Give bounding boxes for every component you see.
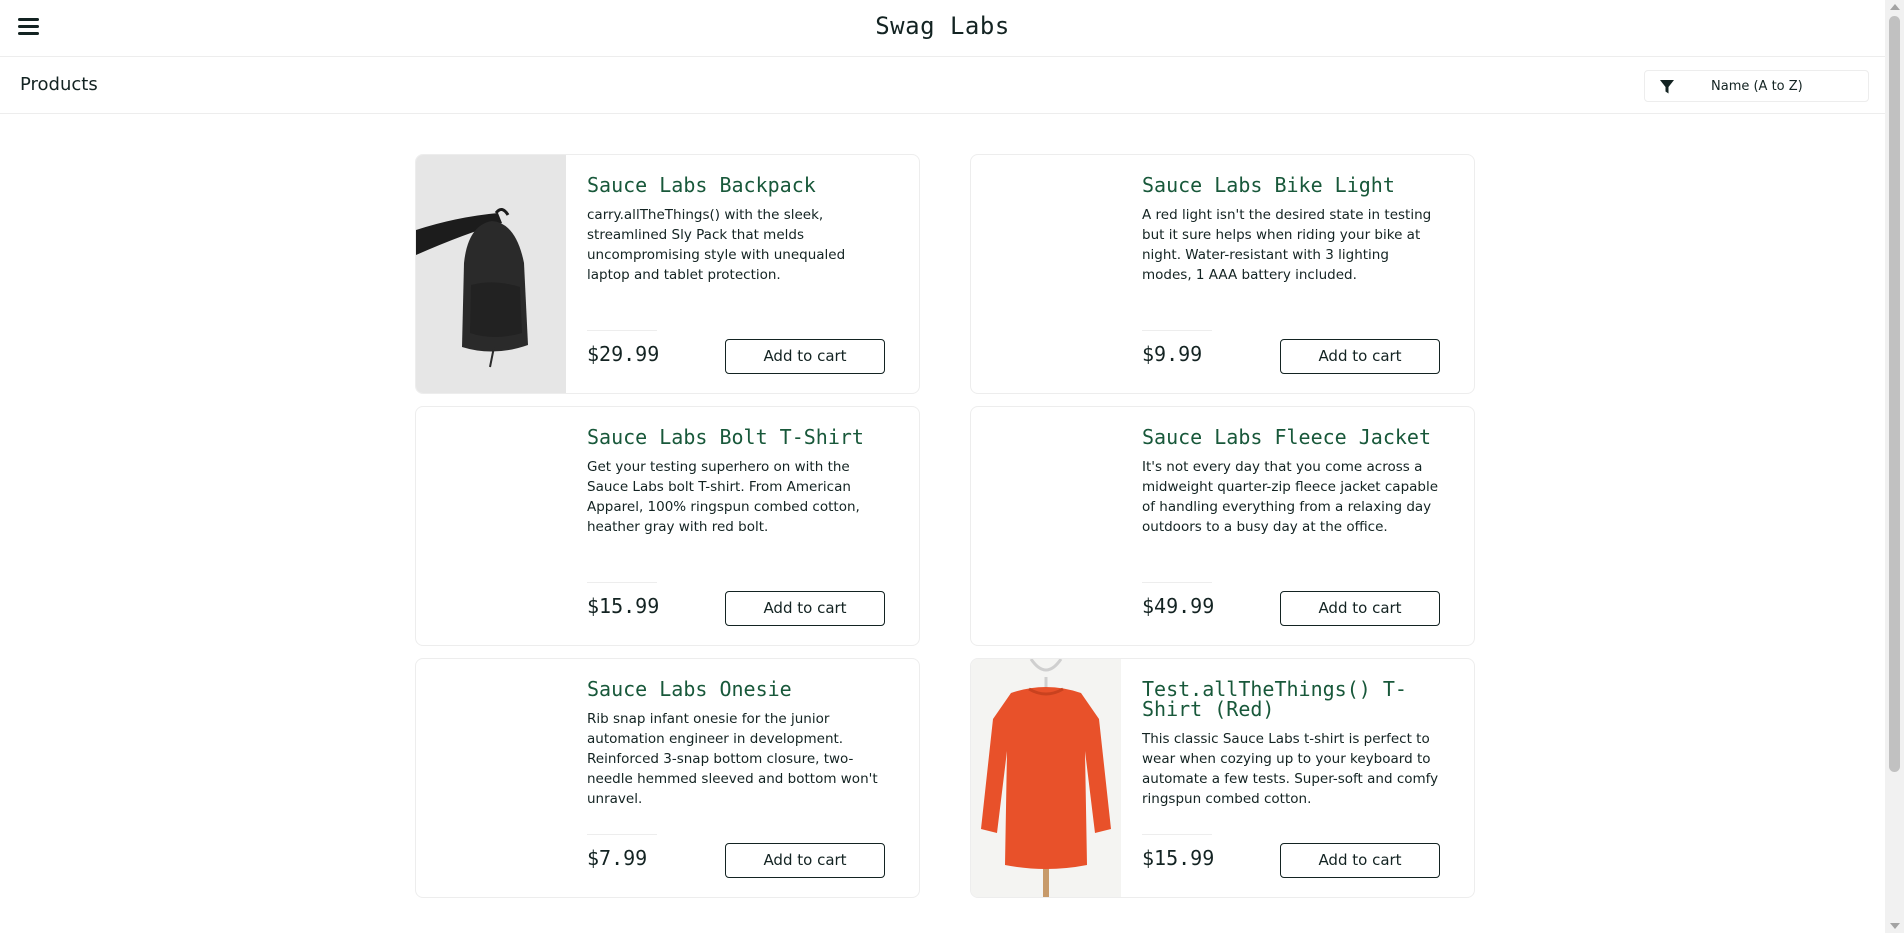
inventory-item: Sauce Labs Bike Light A red light isn't … bbox=[970, 154, 1475, 394]
item-description: A red light isn't the desired state in t… bbox=[1142, 207, 1432, 283]
item-description: Rib snap infant onesie for the junior au… bbox=[587, 711, 878, 807]
item-name-link[interactable]: Sauce Labs Onesie bbox=[587, 679, 885, 699]
item-name-link[interactable]: Sauce Labs Bolt T-Shirt bbox=[587, 427, 885, 447]
sort-selected-label: Name (A to Z) bbox=[1711, 79, 1803, 94]
vertical-scrollbar[interactable] bbox=[1885, 0, 1904, 933]
item-description: It's not every day that you come across … bbox=[1142, 459, 1439, 535]
app-header: Swag Labs bbox=[0, 0, 1885, 57]
scroll-up-arrow-icon[interactable] bbox=[1890, 4, 1900, 10]
divider bbox=[587, 834, 657, 835]
item-body: Sauce Labs Bolt T-Shirt Get your testing… bbox=[587, 407, 885, 645]
item-name-link[interactable]: Test.allTheThings() T-Shirt (Red) bbox=[1142, 679, 1440, 719]
item-description: This classic Sauce Labs t-shirt is perfe… bbox=[1142, 731, 1439, 807]
item-description: Get your testing superhero on with the S… bbox=[587, 459, 860, 535]
divider bbox=[587, 330, 657, 331]
divider bbox=[1142, 330, 1212, 331]
item-body: Sauce Labs Bike Light A red light isn't … bbox=[1142, 155, 1440, 393]
item-body: Sauce Labs Onesie Rib snap infant onesie… bbox=[587, 659, 885, 897]
item-body: Sauce Labs Backpack carry.allTheThings()… bbox=[587, 155, 885, 393]
item-price: $49.99 bbox=[1142, 594, 1215, 618]
page-title: Products bbox=[20, 74, 98, 95]
filter-icon bbox=[1660, 80, 1674, 94]
item-name-link[interactable]: Sauce Labs Backpack bbox=[587, 175, 885, 195]
inventory-item: Test.allTheThings() T-Shirt (Red) This c… bbox=[970, 658, 1475, 898]
sort-select[interactable]: Name (A to Z) bbox=[1644, 70, 1869, 102]
item-body: Sauce Labs Fleece Jacket It's not every … bbox=[1142, 407, 1440, 645]
divider bbox=[1142, 582, 1212, 583]
add-to-cart-button[interactable]: Add to cart bbox=[725, 591, 885, 626]
item-price: $29.99 bbox=[587, 342, 660, 366]
item-price: $15.99 bbox=[587, 594, 660, 618]
inventory-item: Sauce Labs Backpack carry.allTheThings()… bbox=[415, 154, 920, 394]
inventory-item: Sauce Labs Onesie Rib snap infant onesie… bbox=[415, 658, 920, 898]
inventory-item: Sauce Labs Bolt T-Shirt Get your testing… bbox=[415, 406, 920, 646]
item-price: $7.99 bbox=[587, 846, 648, 870]
scrollbar-thumb[interactable] bbox=[1889, 16, 1900, 772]
add-to-cart-button[interactable]: Add to cart bbox=[725, 339, 885, 374]
item-price: $15.99 bbox=[1142, 846, 1215, 870]
item-name-link[interactable]: Sauce Labs Fleece Jacket bbox=[1142, 427, 1440, 447]
add-to-cart-button[interactable]: Add to cart bbox=[725, 843, 885, 878]
scroll-down-arrow-icon[interactable] bbox=[1890, 923, 1900, 929]
item-price: $9.99 bbox=[1142, 342, 1203, 366]
inventory-item: Sauce Labs Fleece Jacket It's not every … bbox=[970, 406, 1475, 646]
backpack-image[interactable] bbox=[416, 155, 566, 394]
red-sweatshirt-image[interactable] bbox=[971, 659, 1121, 898]
divider bbox=[587, 582, 657, 583]
item-description: carry.allTheThings() with the sleek, str… bbox=[587, 207, 846, 283]
add-to-cart-button[interactable]: Add to cart bbox=[1280, 339, 1440, 374]
item-name-link[interactable]: Sauce Labs Bike Light bbox=[1142, 175, 1440, 195]
add-to-cart-button[interactable]: Add to cart bbox=[1280, 843, 1440, 878]
app-logo: Swag Labs bbox=[875, 12, 1010, 40]
add-to-cart-button[interactable]: Add to cart bbox=[1280, 591, 1440, 626]
divider bbox=[1142, 834, 1212, 835]
secondary-header: Products Name (A to Z) bbox=[0, 57, 1885, 114]
item-body: Test.allTheThings() T-Shirt (Red) This c… bbox=[1142, 659, 1440, 897]
